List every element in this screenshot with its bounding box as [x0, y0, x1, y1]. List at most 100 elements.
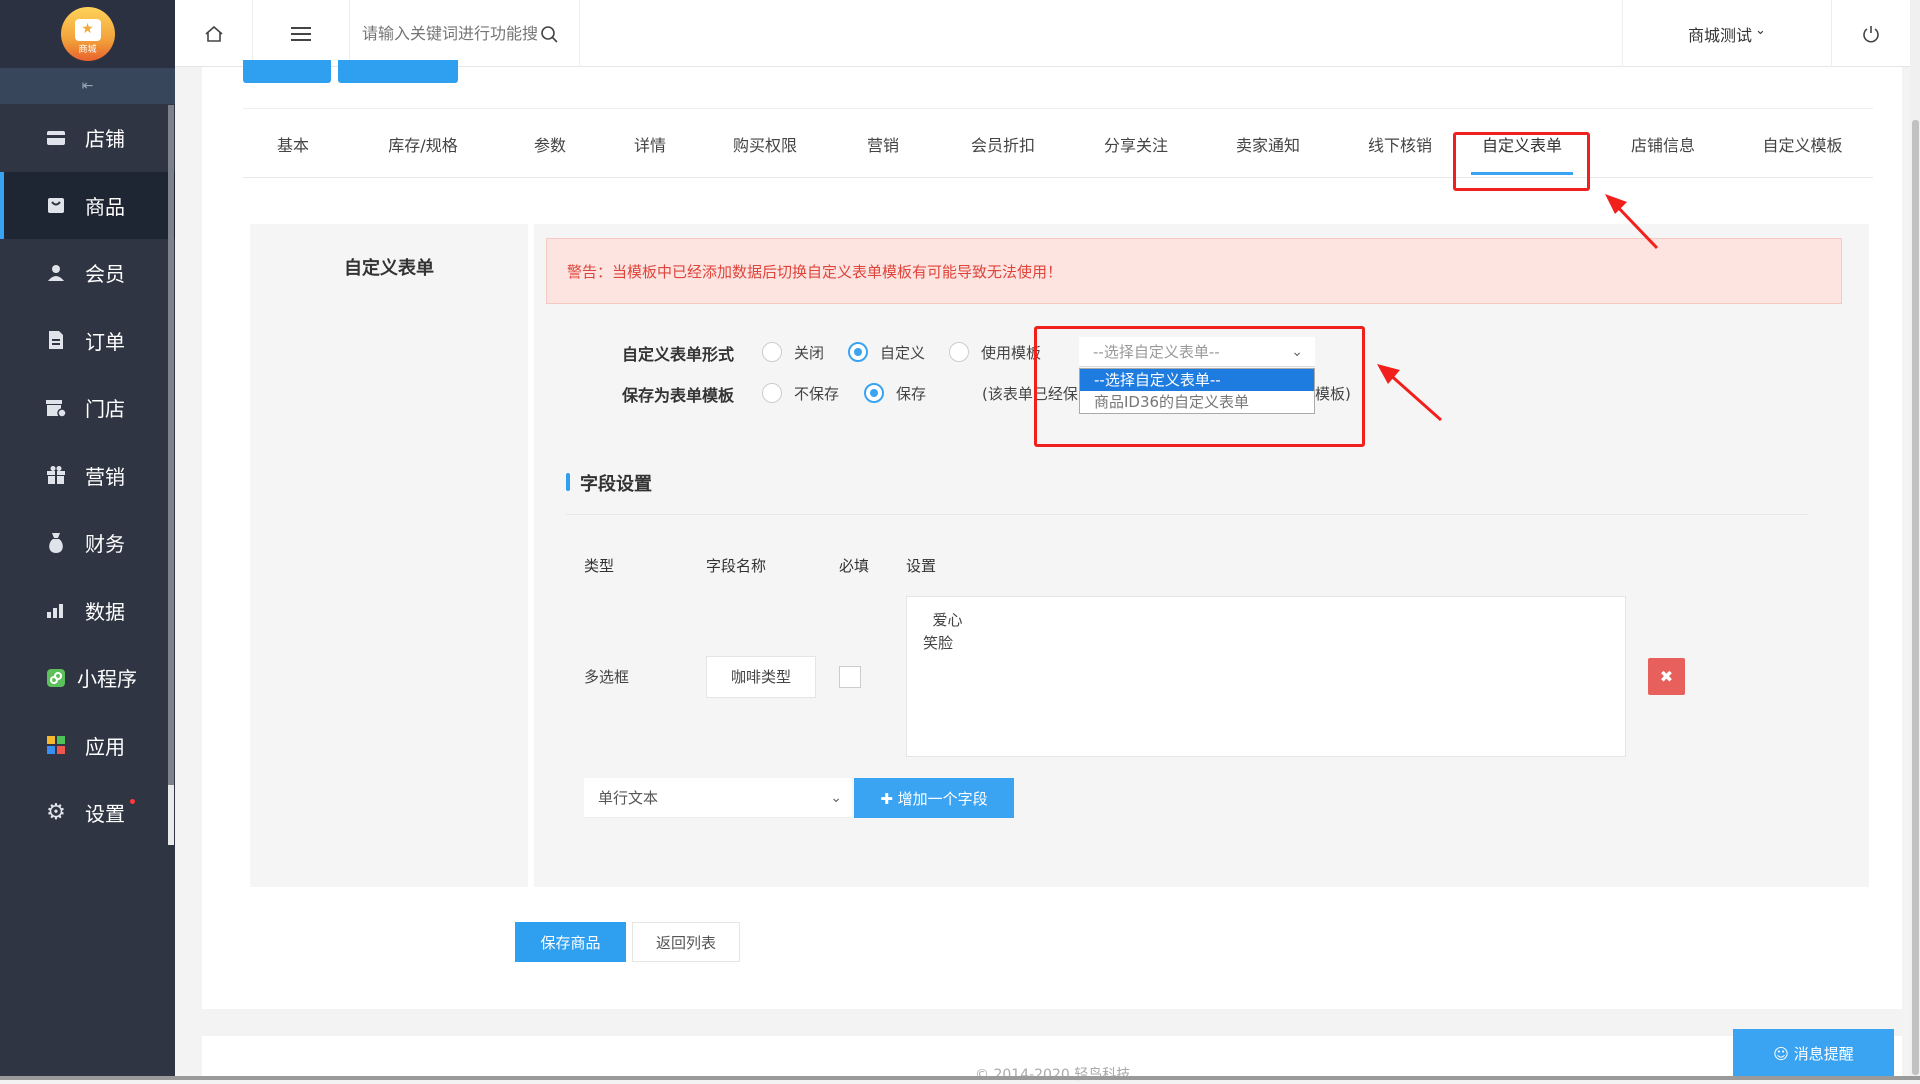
divider	[566, 514, 1808, 515]
sidebar-item-label: 小程序	[77, 667, 137, 692]
miniprogram-icon	[45, 667, 67, 689]
sidebar-item-marketing[interactable]: 营销	[0, 442, 175, 510]
sidebar-item-store[interactable]: 店铺	[0, 104, 175, 172]
sidebar-item-goods[interactable]: 商品	[0, 171, 175, 239]
annotation-arrow	[1377, 364, 1442, 422]
sidebar-item-miniprogram[interactable]: 小程序	[0, 644, 175, 712]
sidebar-item-finance[interactable]: 财务	[0, 509, 175, 577]
form-mode-label: 自定义表单形式	[622, 345, 735, 364]
sidebar-item-settings[interactable]: ⚙ 设置	[0, 779, 175, 847]
save-goods-button[interactable]: 保存商品	[515, 922, 626, 962]
tab-detail[interactable]: 详情	[605, 109, 695, 179]
user-menu[interactable]: 商城测试 ⌄	[1622, 0, 1832, 67]
tab-params[interactable]: 参数	[505, 109, 595, 179]
sidebar-item-member[interactable]: 会员	[0, 239, 175, 307]
radio-save[interactable]	[864, 383, 884, 403]
search-input[interactable]	[350, 23, 540, 44]
sidebar-item-order[interactable]: 订单	[0, 307, 175, 375]
sidebar-item-label: 营销	[85, 464, 125, 489]
add-field-button[interactable]: ✚ 增加一个字段	[854, 778, 1014, 818]
shop-icon	[45, 397, 67, 419]
tab-share[interactable]: 分享关注	[1076, 109, 1196, 179]
home-button[interactable]	[175, 0, 253, 67]
chevron-down-icon: ⌄	[830, 790, 842, 806]
delete-field-button[interactable]: ✖	[1648, 658, 1685, 695]
search-box	[350, 0, 580, 67]
search-icon[interactable]	[540, 25, 558, 43]
sidebar-item-label: 订单	[85, 329, 125, 354]
sidebar-item-label: 数据	[85, 599, 125, 624]
goods-tabs: 基本 库存/规格 参数 详情 购买权限 营销 会员折扣 分享关注 卖家通知 线下…	[243, 108, 1873, 178]
message-reminder-button[interactable]: ☺ 消息提醒	[1733, 1029, 1894, 1077]
annotation-arrow	[1605, 194, 1659, 250]
column-header: 设置	[906, 557, 937, 575]
field-settings-textarea[interactable]: 爱心 笑脸	[906, 596, 1626, 757]
required-checkbox[interactable]	[839, 666, 861, 688]
home-icon	[204, 25, 223, 42]
hamburger-icon	[291, 26, 311, 41]
tab-marketing[interactable]: 营销	[838, 109, 928, 179]
sidebar-item-label: 店铺	[85, 127, 125, 152]
goods-icon	[45, 194, 67, 216]
tab-stock[interactable]: 库存/规格	[363, 109, 483, 179]
tab-seller-notice[interactable]: 卖家通知	[1208, 109, 1328, 179]
logo-text: 商城	[78, 45, 97, 55]
apps-icon	[45, 734, 67, 756]
money-bag-icon	[45, 532, 67, 554]
order-icon	[45, 329, 67, 351]
radio-mode-off[interactable]	[762, 342, 782, 362]
chevron-down-icon: ⌄	[1755, 23, 1766, 38]
radio-mode-custom[interactable]	[848, 342, 868, 362]
back-to-list-button[interactable]: 返回列表	[632, 922, 740, 962]
tab-purchase-permission[interactable]: 购买权限	[705, 109, 825, 179]
field-type: 多选框	[584, 668, 630, 686]
store-icon	[45, 127, 67, 149]
page-scrollbar[interactable]	[1912, 120, 1919, 1075]
sidebar-item-shop[interactable]: 门店	[0, 374, 175, 442]
power-icon	[1863, 25, 1879, 42]
save-template-label: 保存为表单模板	[622, 386, 735, 405]
logout-button[interactable]	[1832, 0, 1910, 67]
radio-save-label: 保存	[896, 385, 927, 403]
tab-member-discount[interactable]: 会员折扣	[943, 109, 1063, 179]
section-title: 字段设置	[566, 470, 652, 496]
chart-icon	[45, 599, 67, 621]
menu-button[interactable]	[253, 0, 350, 67]
tab-shop-info[interactable]: 店铺信息	[1603, 109, 1723, 179]
user-name: 商城测试	[1688, 25, 1753, 45]
notification-dot	[130, 799, 135, 804]
bottom-scrollbar	[0, 1076, 1920, 1080]
sidebar-item-data[interactable]: 数据	[0, 577, 175, 645]
sidebar-item-label: 商品	[85, 194, 125, 219]
annotation-box	[1453, 132, 1590, 191]
sidebar-scrollbar-track	[168, 785, 174, 845]
radio-mode-off-label: 关闭	[794, 344, 825, 362]
radio-no-save-label: 不保存	[794, 385, 840, 403]
column-header: 必填	[839, 557, 870, 575]
sidebar-item-label: 会员	[85, 262, 125, 287]
radio-no-save[interactable]	[762, 383, 782, 403]
form-side-panel: 自定义表单	[250, 224, 528, 887]
add-goods-button[interactable]	[243, 60, 331, 83]
quick-add-goods-button[interactable]	[338, 60, 458, 83]
sidebar-collapse-button[interactable]: ⇤	[0, 68, 175, 104]
tab-custom-template[interactable]: 自定义模板	[1740, 109, 1865, 179]
field-type-select-value: 单行文本	[598, 789, 659, 807]
sidebar-item-label: 财务	[85, 532, 125, 557]
field-type-select[interactable]: 单行文本 ⌄	[584, 778, 852, 818]
logo[interactable]: 商城	[0, 0, 175, 68]
gift-icon	[45, 464, 67, 486]
sidebar: 商城 ⇤ 店铺 商品 会员 订单 门店 营销 财务 数据 小程序 应用	[0, 0, 175, 1080]
field-name-input[interactable]: 咖啡类型	[706, 656, 816, 698]
sidebar-item-apps[interactable]: 应用	[0, 712, 175, 780]
sidebar-scrollbar[interactable]	[168, 105, 174, 785]
radio-mode-template[interactable]	[949, 342, 969, 362]
sidebar-item-label: 门店	[85, 397, 125, 422]
radio-mode-template-label: 使用模板	[981, 344, 1042, 362]
close-icon: ✖	[1659, 667, 1674, 686]
sidebar-item-label: 应用	[85, 734, 125, 759]
tab-offline-verify[interactable]: 线下核销	[1340, 109, 1460, 179]
tab-basic[interactable]: 基本	[243, 109, 343, 179]
shop-logo-icon: 商城	[60, 7, 115, 61]
radio-mode-custom-label: 自定义	[880, 344, 926, 362]
